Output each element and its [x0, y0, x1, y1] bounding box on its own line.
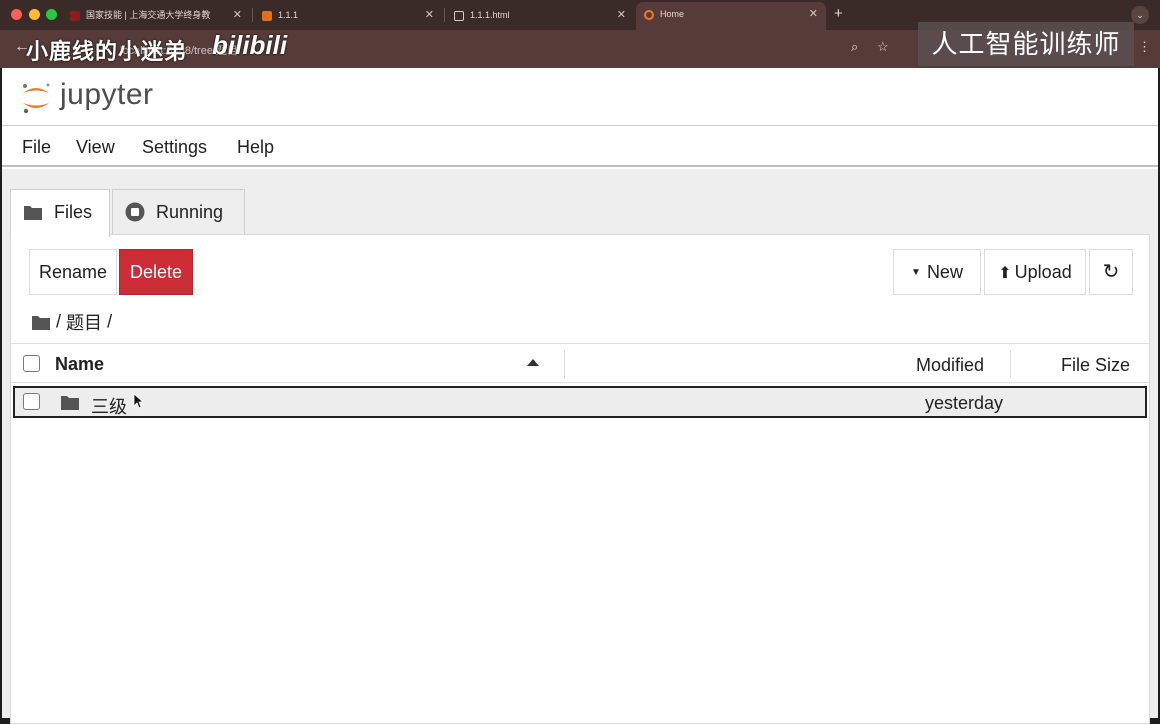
new-button-label: New: [926, 262, 963, 282]
menu-settings[interactable]: Settings: [142, 137, 207, 158]
menu-view[interactable]: View: [76, 137, 115, 158]
uploader-watermark: 小鹿线的小迷弟: [26, 39, 188, 64]
breadcrumb: / 题目 /: [31, 309, 112, 333]
new-tab-button[interactable]: +: [834, 5, 843, 22]
column-divider[interactable]: [1010, 350, 1011, 378]
sort-ascending-icon[interactable]: [527, 359, 539, 366]
file-browser-area: Files Running Rename Delete ▼ New ⬆ Upload…: [2, 169, 1158, 724]
file-list-header: Name Modified File Size: [11, 343, 1149, 383]
tab-files[interactable]: Files: [10, 189, 110, 237]
upload-button[interactable]: ⬆ Upload: [984, 249, 1086, 295]
browser-tab[interactable]: 1.1.1.html ✕: [454, 4, 634, 26]
upload-icon: ⬆: [998, 265, 1012, 282]
bilibili-logo-watermark: bilibili: [212, 30, 288, 60]
tab-separator: [444, 8, 445, 22]
site-favicon-icon: [262, 10, 272, 21]
row-checkbox[interactable]: [23, 393, 40, 410]
jupyter-favicon-icon: [644, 9, 654, 20]
breadcrumb-separator: /: [56, 311, 62, 332]
minimize-window-button[interactable]: [29, 9, 40, 20]
tab-running[interactable]: Running: [112, 189, 245, 235]
breadcrumb-folder[interactable]: 题目: [66, 313, 102, 333]
column-divider[interactable]: [564, 350, 565, 378]
jupyter-logo-text[interactable]: jupyter: [60, 78, 154, 112]
tab-files-label: Files: [54, 202, 93, 222]
column-name[interactable]: Name: [55, 354, 104, 375]
home-folder-icon[interactable]: [31, 314, 51, 331]
column-file-size[interactable]: File Size: [1061, 355, 1130, 376]
jupyter-page: jupyter File View Settings Help Files Ru…: [2, 68, 1158, 724]
site-favicon-icon: [70, 10, 80, 21]
refresh-button[interactable]: ↻: [1089, 249, 1133, 295]
upload-button-label: Upload: [1014, 262, 1072, 282]
stop-circle-icon: [125, 202, 145, 222]
zoom-icon[interactable]: ⌕: [851, 39, 858, 55]
close-window-button[interactable]: [11, 9, 22, 20]
bookmark-star-icon[interactable]: ☆: [877, 39, 889, 55]
folder-icon: [24, 206, 42, 220]
tab-title: 1.1.1: [278, 10, 299, 20]
tab-title: 国家技能 | 上海交通大学终身教: [86, 10, 211, 20]
caret-down-icon: ▼: [911, 267, 921, 279]
browser-tab-active[interactable]: Home ✕: [636, 2, 826, 30]
delete-button[interactable]: Delete: [119, 249, 193, 295]
close-tab-icon[interactable]: ✕: [809, 2, 818, 26]
jupyter-header: jupyter: [2, 68, 1158, 126]
column-modified[interactable]: Modified: [916, 355, 984, 376]
close-tab-icon[interactable]: ✕: [617, 4, 626, 26]
rename-button[interactable]: Rename: [29, 249, 117, 295]
tab-title: 1.1.1.html: [470, 10, 510, 20]
browser-menu-icon[interactable]: ⋮: [1138, 39, 1151, 55]
mouse-cursor-icon: [133, 393, 143, 409]
browser-tab[interactable]: 1.1.1 ✕: [262, 4, 442, 26]
breadcrumb-separator: /: [107, 311, 113, 332]
refresh-icon: ↻: [1102, 261, 1120, 283]
course-watermark: 人工智能训练师: [918, 22, 1134, 66]
maximize-window-button[interactable]: [46, 9, 57, 20]
jupyter-menu-bar: File View Settings Help: [2, 127, 1158, 167]
file-list-panel: Rename Delete ▼ New ⬆ Upload ↻ / 题目 / Na…: [10, 234, 1150, 724]
menu-file[interactable]: File: [22, 137, 51, 158]
file-name[interactable]: 三级: [91, 393, 127, 419]
menu-help[interactable]: Help: [237, 137, 274, 158]
folder-icon: [61, 396, 79, 410]
file-modified: yesterday: [925, 393, 1004, 413]
close-tab-icon[interactable]: ✕: [425, 4, 434, 26]
tab-title: Home: [660, 9, 685, 19]
new-button[interactable]: ▼ New: [893, 249, 981, 295]
file-icon: [454, 10, 464, 21]
tab-running-label: Running: [156, 202, 224, 222]
tab-separator: [252, 8, 253, 22]
close-tab-icon[interactable]: ✕: [233, 4, 242, 26]
file-row[interactable]: 三级 yesterday: [13, 386, 1147, 418]
select-all-checkbox[interactable]: [23, 355, 40, 372]
jupyter-logo-icon[interactable]: [20, 80, 52, 116]
browser-tab[interactable]: 国家技能 | 上海交通大学终身教 ✕: [70, 4, 250, 26]
